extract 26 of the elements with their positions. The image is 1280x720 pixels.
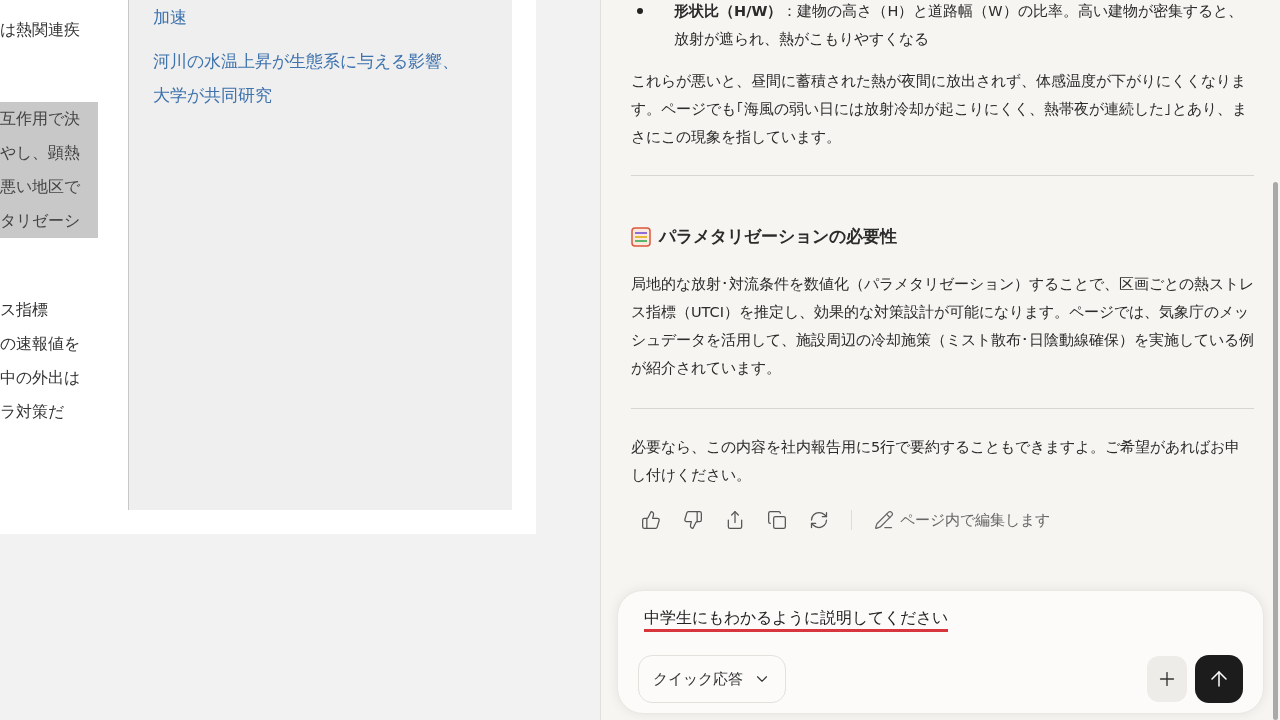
bullet-icon <box>637 8 643 14</box>
add-icon[interactable] <box>1147 656 1187 702</box>
related-link[interactable]: 河川の水温上昇が生態系に与える影響、大学が共同研究 <box>153 44 472 112</box>
section-heading: パラメタリゼーションの必要性 <box>659 225 897 248</box>
abacus-icon <box>631 226 651 247</box>
copy-icon[interactable] <box>767 509 787 530</box>
article-line: ラ対策だ <box>0 401 65 423</box>
thumbs-up-icon[interactable] <box>641 509 661 530</box>
edit-in-page-button[interactable]: ページ内で編集します <box>874 508 1050 531</box>
answer-paragraph: これらが悪いと、昼間に蓄積された熱が夜間に放出されず、体感温度が下がりにくくなります。ページでも｢海風の弱い日には放射冷却が起こりにくく、熱帯夜が連続した｣とあり、まさにこの現象を指しています。 <box>631 72 1248 147</box>
article-line: 中の外出は <box>0 367 81 389</box>
regenerate-icon[interactable] <box>809 509 829 530</box>
answer-paragraph: 必要なら、この内容を社内報告用に5行で要約することもできますよ。ご希望があればお申し付けください。 <box>631 437 1242 485</box>
article-line: の速報値を <box>0 333 81 355</box>
thumbs-down-icon[interactable] <box>683 509 703 530</box>
related-link[interactable]: 加速 <box>153 0 472 34</box>
mode-dropdown[interactable]: クイック応答 <box>638 655 786 703</box>
article-line: は熱関連疾 <box>0 19 81 41</box>
input-field[interactable]: 中学生にもわかるように説明してください <box>644 609 948 632</box>
answer-paragraph: 局地的な放射･対流条件を数値化（パラメタリゼーション）することで、区画ごとの熱ストレス指標（UTCI）を推定し、効果的な対策設計が可能になります。ページでは、気象庁のメッシュデータを活用して、施設周辺の冷却施策（ミスト散布･日陰動線確保）を実施している例が紹介されています。 <box>631 274 1254 378</box>
pencil-icon <box>874 509 894 530</box>
article-line: ス指標 <box>0 299 49 321</box>
send-button[interactable] <box>1195 655 1243 703</box>
scrollbar[interactable] <box>1273 182 1278 720</box>
list-item-text: 形状比（H/W）：建物の高さ（H）と道路幅（W）の比率。高い建物が密集すると、放射が遮られ、熱がこもりやすくなる <box>673 2 1244 49</box>
share-icon[interactable] <box>725 509 745 530</box>
